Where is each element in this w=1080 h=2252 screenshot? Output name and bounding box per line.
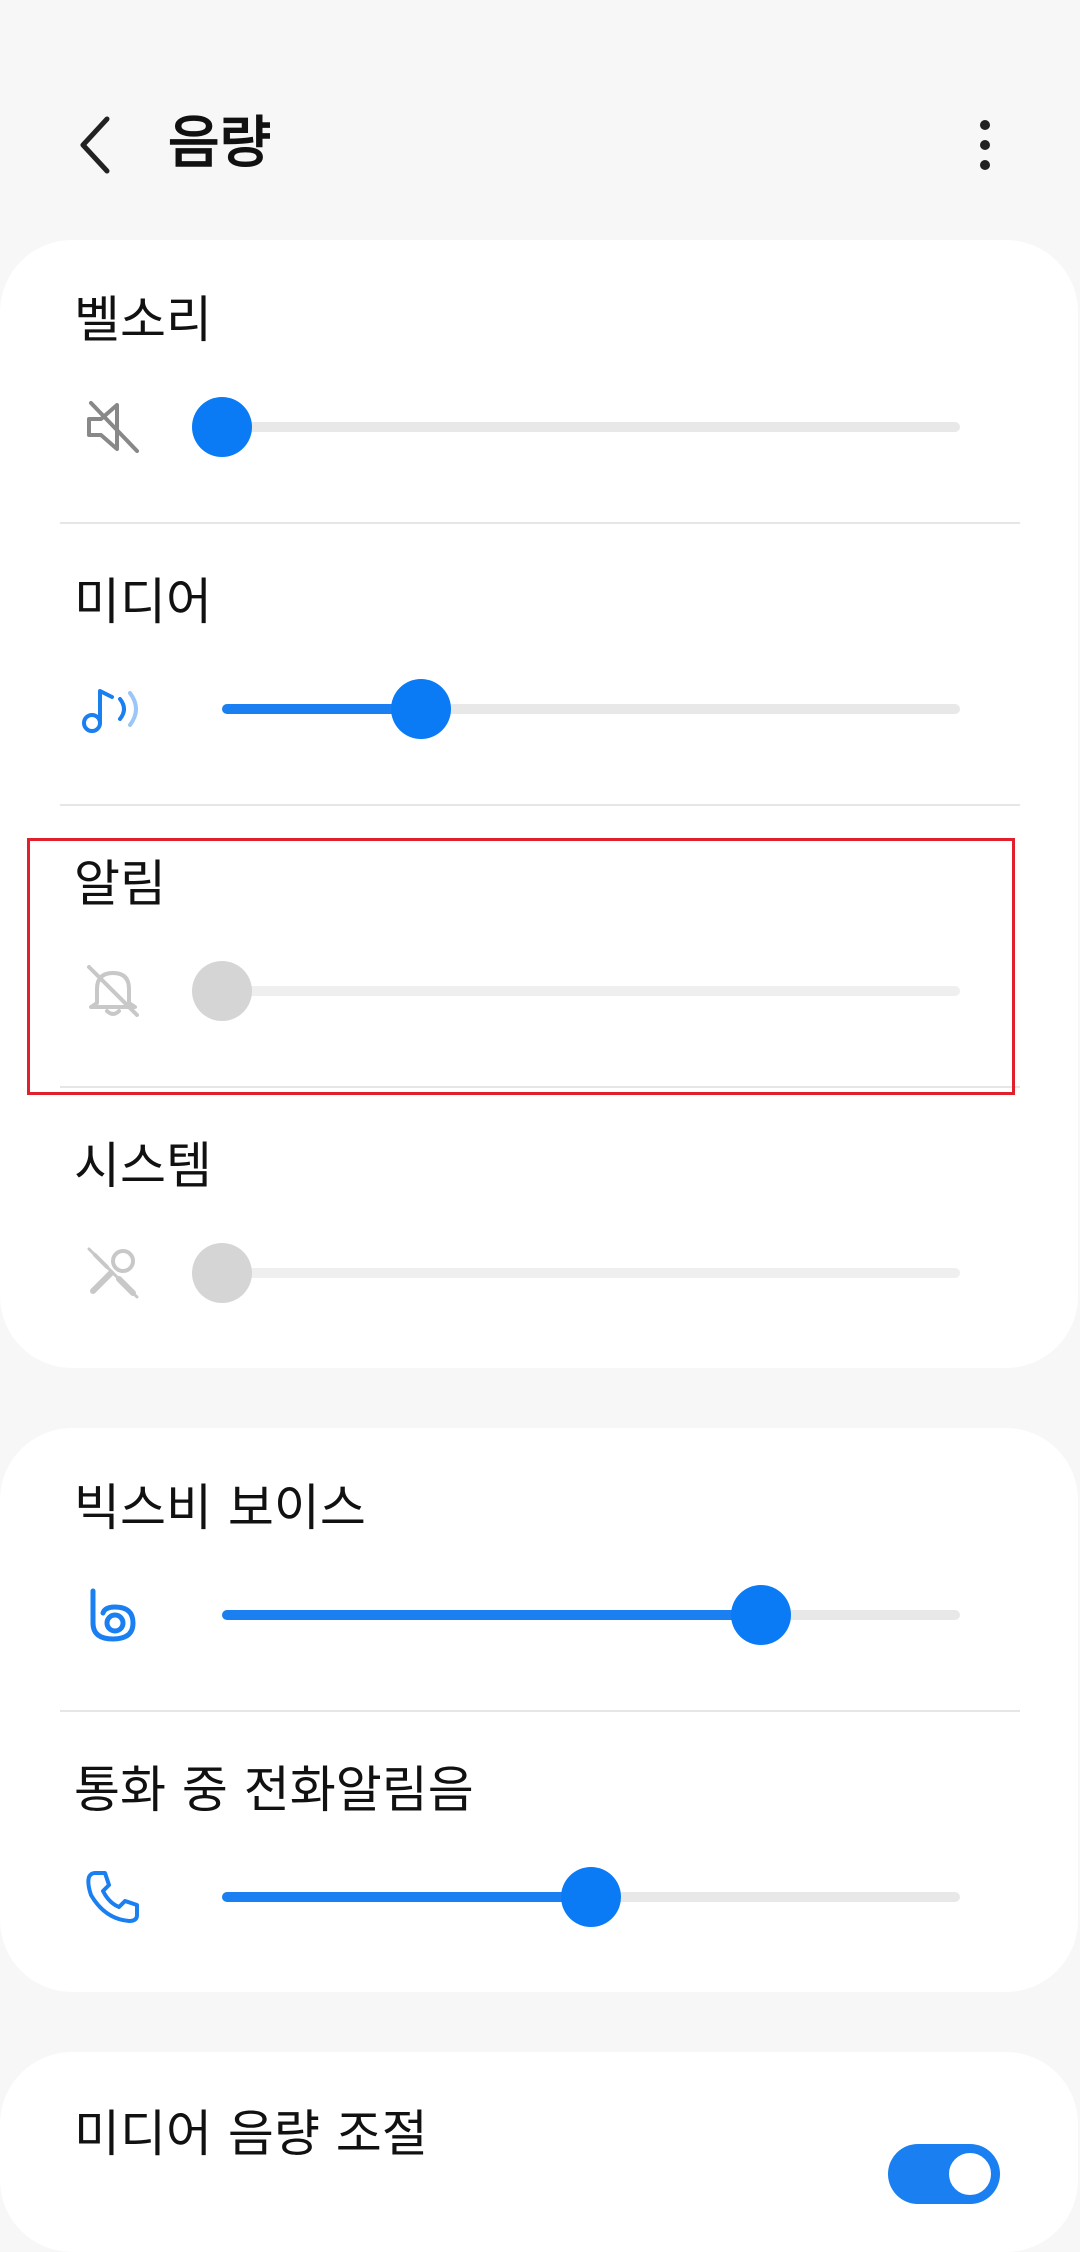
app-header: 음량 bbox=[0, 0, 1080, 240]
slider-thumb[interactable] bbox=[192, 961, 252, 1021]
media-volume-control-label: 미디어 음량 조절 bbox=[74, 2105, 428, 2163]
bixby-label: 빅스비 보이스 bbox=[74, 1479, 366, 1537]
notification-volume-slider[interactable] bbox=[192, 961, 960, 1021]
chevron-left-icon bbox=[80, 116, 110, 174]
notification-volume-row: 알림 bbox=[0, 804, 1078, 1086]
slider-fill bbox=[222, 1610, 761, 1620]
slider-thumb[interactable] bbox=[730, 1585, 791, 1645]
media-control-card: 미디어 음량 조절 bbox=[0, 2052, 1078, 2252]
page-title: 음량 bbox=[168, 111, 272, 176]
slider-thumb[interactable] bbox=[391, 679, 452, 739]
system-volume-row: 시스템 bbox=[0, 1086, 1078, 1368]
slider-track bbox=[222, 986, 960, 996]
system-volume-slider[interactable] bbox=[192, 1243, 960, 1303]
slider-track bbox=[222, 422, 960, 432]
bixby-volume-row: 빅스비 보이스 bbox=[0, 1428, 1078, 1710]
volume-card: 벨소리 미디어 알림 시스템 bbox=[0, 240, 1078, 1368]
tools-off-icon bbox=[76, 1236, 150, 1310]
system-label: 시스템 bbox=[74, 1137, 212, 1195]
back-button[interactable] bbox=[60, 100, 130, 190]
slider-thumb[interactable] bbox=[192, 1243, 252, 1303]
more-options-button[interactable] bbox=[955, 105, 1015, 185]
bixby-icon[interactable] bbox=[76, 1578, 150, 1652]
more-vertical-icon bbox=[980, 120, 990, 170]
media-volume-control-toggle[interactable] bbox=[888, 2144, 1000, 2204]
assistant-volume-card: 빅스비 보이스 통화 중 전화알림음 bbox=[0, 1428, 1078, 1992]
notification-label: 알림 bbox=[74, 855, 166, 913]
bixby-volume-slider[interactable] bbox=[222, 1585, 960, 1645]
media-volume-slider[interactable] bbox=[222, 679, 960, 739]
mute-speaker-icon[interactable] bbox=[76, 390, 150, 464]
slider-thumb[interactable] bbox=[192, 397, 252, 457]
slider-fill bbox=[222, 1892, 591, 1902]
slider-thumb[interactable] bbox=[561, 1867, 621, 1927]
slider-track bbox=[222, 1268, 960, 1278]
call-ringtone-volume-slider[interactable] bbox=[222, 1867, 960, 1927]
ringtone-label: 벨소리 bbox=[74, 291, 212, 349]
media-volume-row: 미디어 bbox=[0, 522, 1078, 804]
media-label: 미디어 bbox=[74, 573, 212, 631]
music-note-wave-icon[interactable] bbox=[76, 672, 150, 746]
call-ringtone-volume-row: 통화 중 전화알림음 bbox=[0, 1710, 1078, 1992]
call-ringtone-label: 통화 중 전화알림음 bbox=[74, 1761, 474, 1819]
ringtone-volume-row: 벨소리 bbox=[0, 240, 1078, 522]
toggle-knob bbox=[946, 2150, 994, 2198]
bell-off-icon bbox=[76, 954, 150, 1028]
ringtone-volume-slider[interactable] bbox=[192, 397, 960, 457]
phone-icon[interactable] bbox=[76, 1860, 150, 1934]
